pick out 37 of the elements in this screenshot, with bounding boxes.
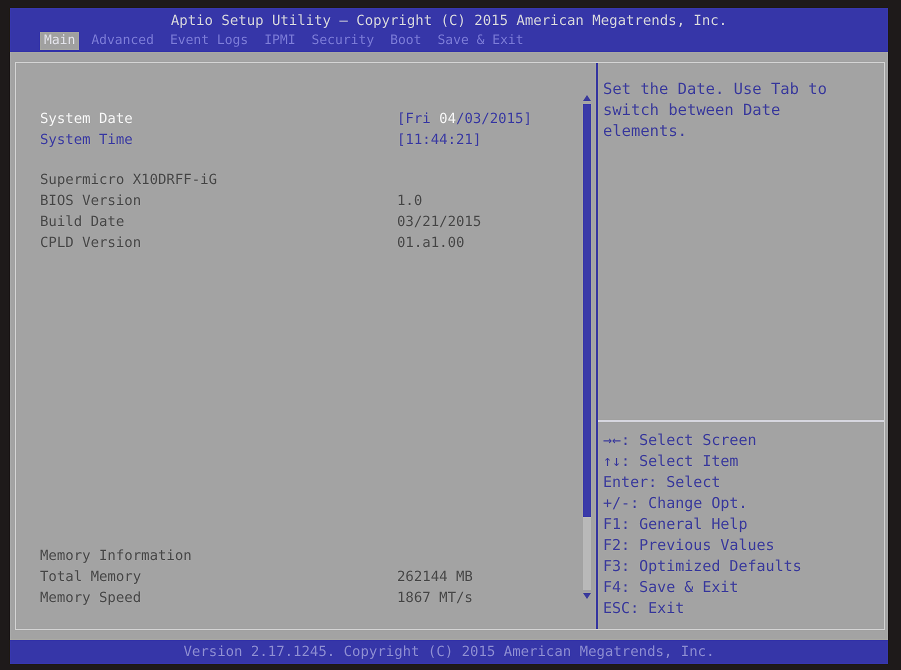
key-hint: F2: Previous Values: [603, 535, 776, 556]
setting-value[interactable]: [11:44:21]: [397, 130, 482, 151]
tab[interactable]: Boot: [386, 32, 426, 50]
info-label: Build Date: [40, 213, 126, 232]
tab[interactable]: Save & Exit: [433, 32, 528, 50]
tab[interactable]: Main: [40, 32, 80, 50]
info-value: 1867 MT/s: [397, 589, 473, 608]
info-value: 1.0: [397, 192, 422, 211]
setting-label[interactable]: System Date: [40, 109, 397, 130]
version-text: Version 2.17.1245. Copyright (C) 2015 American Megatrends, Inc.: [183, 643, 714, 662]
tab[interactable]: Advanced: [87, 32, 158, 50]
key-hint: ESC: Exit: [603, 598, 686, 619]
section-heading: Supermicro X10DRFF-iG: [40, 171, 218, 190]
setting-value[interactable]: [Fri 04/03/2015]: [397, 109, 532, 130]
info-label: Total Memory: [40, 568, 142, 587]
window-title: Aptio Setup Utility – Copyright (C) 2015 American Megatrends, Inc.: [170, 12, 728, 30]
key-hint: F3: Optimized Defaults: [603, 556, 803, 577]
help-text: Set the Date. Use Tab to switch between Date elements.: [603, 79, 828, 142]
info-label: CPLD Version: [40, 234, 142, 253]
key-hint: →←: Select Screen: [603, 430, 758, 451]
info-value: 03/21/2015: [397, 213, 482, 232]
info-label: Memory Speed: [40, 589, 142, 608]
scroll-up-icon[interactable]: [583, 95, 591, 101]
info-value: 262144 MB: [397, 568, 473, 587]
key-hint: Enter: Select: [603, 472, 722, 493]
key-hint: F4: Save & Exit: [603, 577, 740, 598]
section-heading: Memory Information: [40, 547, 193, 566]
tab[interactable]: IPMI: [260, 32, 300, 50]
tab[interactable]: Event Logs: [166, 32, 252, 50]
key-hint: F1: General Help: [603, 514, 748, 535]
info-label: BIOS Version: [40, 192, 142, 211]
info-value: 01.a1.00: [397, 234, 464, 253]
setting-label[interactable]: System Time: [40, 130, 397, 151]
key-hint: +/-: Change Opt.: [603, 493, 748, 514]
key-hint: ↑↓: Select Item: [603, 451, 740, 472]
tab[interactable]: Security: [308, 32, 378, 50]
scroll-down-icon[interactable]: [583, 593, 591, 599]
